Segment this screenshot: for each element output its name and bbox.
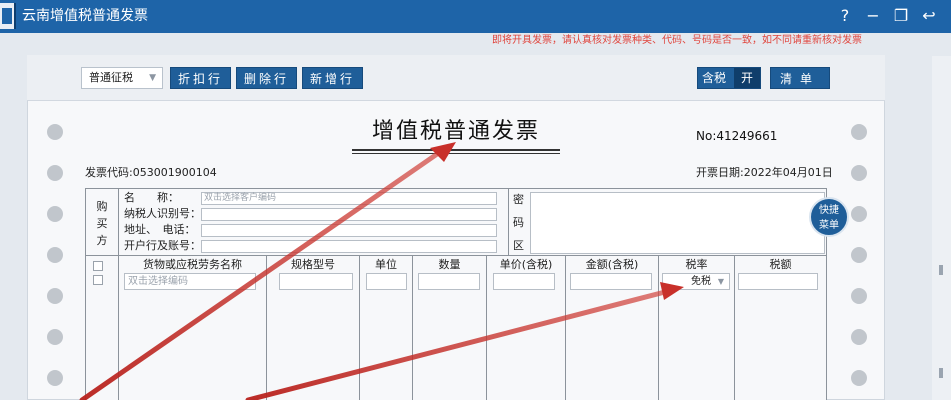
scroll-thumb[interactable] [939, 368, 943, 378]
col-header-spec: 规格型号 [291, 258, 335, 271]
quick-menu-line: 菜单 [819, 220, 839, 231]
goods-name-input[interactable]: 双击选择编码 [124, 273, 256, 290]
buyer-address-input[interactable] [201, 224, 497, 237]
cipher-label: 密 [513, 193, 524, 206]
scroll-thumb[interactable] [939, 265, 943, 275]
unit-input[interactable] [366, 273, 407, 290]
punch-hole [851, 329, 867, 345]
punch-hole [851, 206, 867, 222]
add-row-button[interactable]: 新增行 [302, 67, 363, 89]
grid-line [508, 188, 509, 255]
window-title: 云南增值税普通发票 [22, 8, 148, 24]
grid-line [486, 255, 487, 400]
punch-hole [47, 370, 63, 386]
title-underline [352, 153, 560, 154]
cipher-label: 区 [513, 239, 524, 252]
punch-hole [851, 124, 867, 140]
amount-input[interactable] [570, 273, 652, 290]
back-icon[interactable]: ↩ [918, 5, 940, 27]
notice-text: 即将开具发票，请认真核对发票种类、代码、号码是否一致，如不同请重新核对发票 [492, 35, 862, 46]
punch-hole [47, 247, 63, 263]
invoice-date: 开票日期:2022年04月01日 [696, 166, 833, 179]
select-all-checkbox[interactable] [93, 261, 103, 271]
col-header-qty: 数量 [438, 258, 461, 271]
buyer-tax-id-input[interactable] [201, 208, 497, 221]
quick-menu-line: 快捷 [819, 205, 839, 216]
invoice-title: 增值税普通发票 [371, 119, 540, 144]
punch-hole [851, 288, 867, 304]
grid-line [118, 188, 119, 400]
punch-hole [47, 329, 63, 345]
grid-line [359, 255, 360, 400]
col-header-tax: 税额 [769, 258, 792, 271]
scrollbar[interactable] [932, 56, 951, 400]
app-logo-icon [0, 3, 16, 29]
minimize-icon[interactable]: − [862, 5, 884, 27]
col-header-unit: 单位 [375, 258, 397, 271]
buyer-address-label: 地址、 电话： [124, 223, 196, 236]
invoice-type-value: 普通征税 [89, 71, 133, 84]
punch-hole [47, 288, 63, 304]
quick-menu-button[interactable]: 快捷 菜单 [809, 197, 849, 237]
punch-hole [851, 247, 867, 263]
buyer-name-input[interactable]: 双击选择客户编码 [201, 192, 497, 205]
chevron-down-icon: ▼ [149, 73, 156, 83]
chevron-down-icon: ▼ [717, 277, 724, 286]
tax-amount-input[interactable] [738, 273, 818, 290]
tax-rate-select[interactable]: 免税 ▼ [662, 273, 730, 290]
col-header-price: 单价(含税) [499, 258, 553, 271]
clear-list-button[interactable]: 清单 [770, 67, 830, 89]
price-input[interactable] [493, 273, 555, 290]
col-header-goods: 货物或应税劳务名称 [143, 258, 242, 271]
punch-hole [851, 370, 867, 386]
col-header-rate: 税率 [685, 258, 708, 271]
col-header-amount: 金额(含税) [585, 258, 639, 271]
buyer-name-label: 名 称： [124, 191, 179, 204]
invoice-type-select[interactable]: 普通征税 ▼ [81, 67, 163, 89]
qty-input[interactable] [418, 273, 480, 290]
cipher-label: 码 [513, 216, 524, 229]
tax-inclusive-toggle[interactable]: 含税 开 [697, 67, 761, 89]
punch-hole [47, 165, 63, 181]
punch-hole [47, 124, 63, 140]
grid-line [266, 255, 267, 400]
row-checkbox[interactable] [93, 275, 103, 285]
discount-row-button[interactable]: 折扣行 [170, 67, 231, 89]
punch-hole [47, 206, 63, 222]
buyer-section-label: 购买方 [96, 200, 108, 247]
tax-inclusive-state: 开 [734, 68, 760, 88]
delete-row-button[interactable]: 删除行 [236, 67, 297, 89]
title-underline [352, 149, 560, 151]
grid-line [85, 255, 827, 256]
tax-inclusive-label: 含税 [702, 71, 727, 85]
cipher-area [530, 192, 825, 254]
invoice-code: 发票代码:053001900104 [85, 166, 217, 179]
restore-icon[interactable]: ❐ [890, 5, 912, 27]
invoice-number: No:41249661 [696, 129, 778, 143]
grid-line [658, 255, 659, 400]
buyer-bank-label: 开户行及账号： [124, 239, 201, 252]
tax-rate-value: 免税 [691, 276, 711, 287]
spec-input[interactable] [279, 273, 353, 290]
punch-hole [851, 165, 867, 181]
help-icon[interactable]: ? [834, 5, 856, 27]
grid-line [734, 255, 735, 400]
buyer-tax-id-label: 纳税人识别号： [124, 207, 201, 220]
grid-line [565, 255, 566, 400]
grid-line [412, 255, 413, 400]
buyer-bank-input[interactable] [201, 240, 497, 253]
